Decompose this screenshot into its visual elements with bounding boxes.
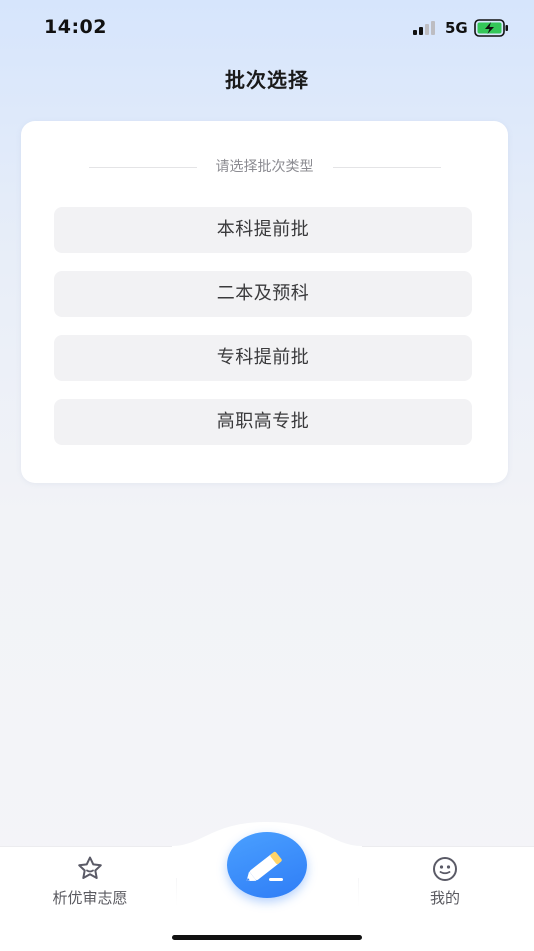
page-title: 批次选择: [225, 68, 309, 92]
batch-option-vocational-college[interactable]: 高职高专批: [54, 399, 472, 445]
star-face-icon: [78, 856, 102, 879]
signal-strength-icon: [413, 21, 435, 35]
batch-option-list: 本科提前批 二本及预科 专科提前批 高职高专批: [54, 207, 472, 463]
smiley-face-icon: [433, 857, 457, 881]
tab-label-volunteer-review: 析优审志愿: [52, 889, 128, 907]
center-edit-button[interactable]: [227, 832, 307, 898]
battery-charging-icon: [474, 19, 508, 37]
status-bar: 14:02 5G: [0, 0, 534, 56]
divider-right: [333, 167, 441, 168]
batch-option-junior-college-early[interactable]: 专科提前批: [54, 335, 472, 381]
status-time: 14:02: [44, 16, 107, 38]
section-header: 请选择批次类型: [21, 157, 508, 177]
tab-label-my-profile: 我的: [429, 889, 460, 907]
batch-option-second-tier-preparatory[interactable]: 二本及预科: [54, 271, 472, 317]
batch-selection-card: 请选择批次类型 本科提前批 二本及预科 专科提前批 高职高专批: [21, 121, 508, 483]
home-indicator: [172, 935, 362, 940]
network-type: 5G: [445, 19, 468, 37]
pencil-icon: [246, 851, 283, 882]
tab-my-profile[interactable]: 我的: [375, 855, 515, 915]
batch-option-undergrad-early[interactable]: 本科提前批: [54, 207, 472, 253]
tab-volunteer-review[interactable]: 析优审志愿: [20, 855, 160, 915]
